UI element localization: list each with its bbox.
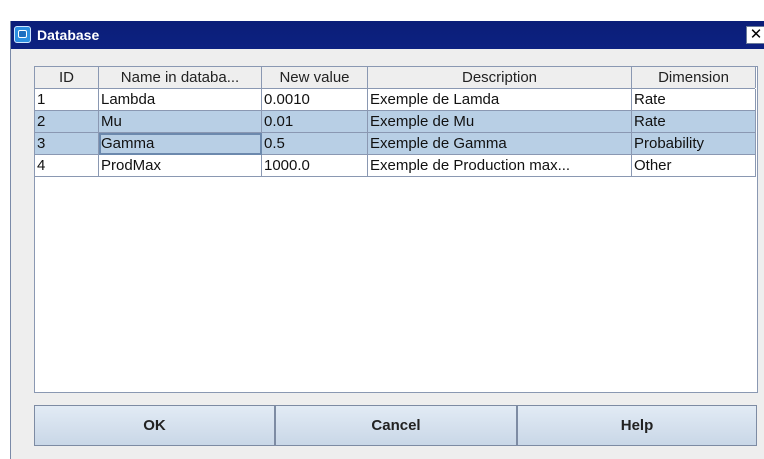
cell-name[interactable]: Lambda: [99, 89, 262, 111]
column-header-id[interactable]: ID: [35, 67, 99, 88]
cancel-button[interactable]: Cancel: [275, 405, 517, 446]
cell-new-value[interactable]: 0.0010: [262, 89, 368, 111]
cell-id[interactable]: 4: [35, 155, 99, 177]
cell-dimension[interactable]: Probability: [632, 133, 756, 155]
column-header-name[interactable]: Name in databa...: [99, 67, 262, 88]
button-bar: OK Cancel Help: [34, 405, 757, 446]
column-header-new-value[interactable]: New value: [262, 67, 368, 88]
cell-id[interactable]: 1: [35, 89, 99, 111]
cell-name[interactable]: ProdMax: [99, 155, 262, 177]
cell-description[interactable]: Exemple de Production max...: [368, 155, 632, 177]
cell-new-value[interactable]: 0.01: [262, 111, 368, 133]
column-header-dimension[interactable]: Dimension: [632, 67, 756, 88]
cell-description[interactable]: Exemple de Mu: [368, 111, 632, 133]
ok-button[interactable]: OK: [34, 405, 275, 446]
table-header: ID Name in databa... New value Descripti…: [35, 67, 756, 89]
cell-description[interactable]: Exemple de Gamma: [368, 133, 632, 155]
cell-description[interactable]: Exemple de Lamda: [368, 89, 632, 111]
cell-new-value[interactable]: 1000.0: [262, 155, 368, 177]
table-row[interactable]: 4 ProdMax 1000.0 Exemple de Production m…: [35, 155, 756, 177]
cell-id[interactable]: 3: [35, 133, 99, 155]
title-bar[interactable]: Database ✕: [11, 21, 764, 49]
cell-name[interactable]: Mu: [99, 111, 262, 133]
table-row[interactable]: 3 Gamma 0.5 Exemple de Gamma Probability: [35, 133, 756, 155]
cell-dimension[interactable]: Rate: [632, 89, 756, 111]
cell-id[interactable]: 2: [35, 111, 99, 133]
table-row[interactable]: 1 Lambda 0.0010 Exemple de Lamda Rate: [35, 89, 756, 111]
database-table: ID Name in databa... New value Descripti…: [34, 66, 758, 393]
column-header-description[interactable]: Description: [368, 67, 632, 88]
table-row[interactable]: 2 Mu 0.01 Exemple de Mu Rate: [35, 111, 756, 133]
app-window-icon: [14, 26, 31, 43]
cell-dimension[interactable]: Rate: [632, 111, 756, 133]
database-dialog: Database ✕ ID Name in databa... New valu…: [10, 21, 764, 459]
cell-dimension[interactable]: Other: [632, 155, 756, 177]
help-button[interactable]: Help: [517, 405, 757, 446]
cell-new-value[interactable]: 0.5: [262, 133, 368, 155]
cell-name[interactable]: Gamma: [99, 133, 262, 155]
close-icon[interactable]: ✕: [746, 26, 764, 44]
window-title: Database: [37, 27, 100, 43]
